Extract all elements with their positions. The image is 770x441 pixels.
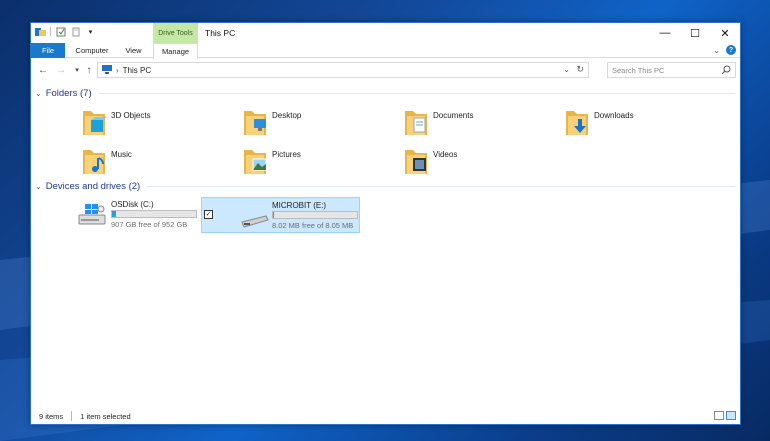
up-button[interactable]: ↑	[83, 63, 95, 77]
window-title: This PC	[205, 28, 236, 38]
downloads-folder-icon	[564, 107, 590, 137]
folder-desktop[interactable]: Desktop	[242, 107, 392, 141]
expand-ribbon-icon[interactable]: ⌄	[713, 46, 720, 55]
maximize-button[interactable]: ☐	[680, 23, 710, 43]
drive-tools-context-label: Drive Tools	[153, 23, 198, 43]
refresh-icon[interactable]: ↻	[576, 64, 584, 75]
drive-free-space: 8.02 MB free of 8.05 MB	[272, 221, 354, 230]
status-divider	[71, 411, 73, 421]
view-toggle	[714, 411, 736, 420]
search-placeholder: Search This PC	[612, 65, 665, 75]
drive-usage-fill	[112, 211, 117, 217]
properties-icon[interactable]	[55, 26, 66, 37]
details-view-icon[interactable]	[714, 411, 724, 420]
drive-free-space: 907 GB free of 952 GB	[111, 220, 188, 229]
pictures-folder-icon	[242, 146, 268, 176]
desktop-folder-icon	[242, 107, 268, 137]
quick-access-toolbar: ▾	[35, 26, 96, 37]
breadcrumb-chevron-icon[interactable]: ›	[116, 66, 119, 75]
windows-drive-icon	[77, 201, 107, 229]
removable-drive-icon	[240, 202, 270, 230]
group-divider	[97, 93, 735, 94]
folder-downloads[interactable]: Downloads	[564, 107, 714, 141]
content-pane: ⌄ Folders (7) 3D Objects Desktop Documen…	[31, 83, 740, 409]
large-icons-view-icon[interactable]	[726, 411, 736, 420]
tab-computer[interactable]: Computer	[69, 43, 115, 58]
folder-documents[interactable]: Documents	[403, 107, 553, 141]
folder-label: Videos	[433, 150, 458, 159]
folder-pictures[interactable]: Pictures	[242, 146, 392, 180]
folders-group-header[interactable]: ⌄ Folders (7)	[35, 88, 735, 99]
drives-group-label: Devices and drives (2)	[45, 181, 141, 192]
drive-usage-bar	[111, 210, 197, 218]
drive-name: OSDisk (C:)	[111, 200, 154, 209]
folder-3d-objects[interactable]: 3D Objects	[81, 107, 231, 141]
folder-music[interactable]: Music	[81, 146, 231, 180]
collapse-chevron-icon[interactable]: ⌄	[35, 89, 42, 98]
back-button[interactable]: ←	[37, 63, 49, 77]
videos-folder-icon	[403, 146, 429, 176]
drive-usage-fill	[273, 212, 274, 218]
tab-manage[interactable]: Manage	[153, 43, 198, 59]
address-dropdown-icon[interactable]: ⌄	[563, 65, 570, 74]
item-count: 9 items	[39, 411, 64, 421]
tab-file[interactable]: File	[31, 43, 65, 58]
drive-usage-bar	[272, 211, 358, 219]
ribbon-right-controls: ⌄ ?	[713, 45, 736, 55]
group-divider	[146, 186, 735, 187]
folder-label: Desktop	[272, 111, 302, 120]
navigation-bar: ← → ▾ ↑ › This PC ⌄ ↻ Search This PC	[31, 59, 740, 81]
breadcrumb-this-pc[interactable]: This PC	[123, 66, 151, 75]
forward-button[interactable]: →	[55, 63, 67, 77]
drives-group-header[interactable]: ⌄ Devices and drives (2)	[35, 181, 735, 192]
drive-name: MICROBIT (E:)	[272, 201, 327, 210]
title-bar: ▾ Drive Tools This PC — ☐ ✕	[31, 23, 740, 43]
drive-c[interactable]: OSDisk (C:) 907 GB free of 952 GB	[71, 197, 201, 233]
search-box[interactable]: Search This PC	[607, 62, 736, 78]
this-pc-icon	[102, 64, 112, 76]
close-button[interactable]: ✕	[710, 23, 740, 43]
tab-view[interactable]: View	[117, 43, 150, 58]
folder-label: Downloads	[594, 111, 634, 120]
new-folder-icon[interactable]	[70, 26, 81, 37]
folder-label: Documents	[433, 111, 474, 120]
explorer-icon	[35, 26, 46, 37]
search-icon	[721, 65, 731, 76]
collapse-chevron-icon[interactable]: ⌄	[35, 182, 42, 191]
qat-separator	[50, 27, 51, 36]
music-folder-icon	[81, 146, 107, 176]
folder-videos[interactable]: Videos	[403, 146, 553, 180]
folder-label: Music	[111, 150, 132, 159]
minimize-button[interactable]: —	[650, 23, 680, 43]
folder-label: Pictures	[272, 150, 301, 159]
ribbon-tabs: File Computer View Manage	[31, 43, 740, 59]
folders-group-label: Folders (7)	[45, 88, 92, 99]
help-icon[interactable]: ?	[726, 45, 736, 55]
address-bar[interactable]: › This PC ⌄ ↻	[97, 62, 589, 78]
3d-objects-folder-icon	[81, 107, 107, 137]
drive-e[interactable]: ✓ MICROBIT (E:) 8.02 MB free of 8.05 MB	[201, 197, 360, 233]
recent-locations-icon[interactable]: ▾	[71, 63, 83, 77]
status-bar: 9 items 1 item selected	[31, 408, 740, 424]
window-controls: — ☐ ✕	[650, 23, 740, 43]
file-explorer-window: ▾ Drive Tools This PC — ☐ ✕ File Compute…	[30, 22, 741, 425]
selection-count: 1 item selected	[80, 411, 131, 421]
folder-label: 3D Objects	[111, 111, 151, 120]
selection-checkbox[interactable]: ✓	[204, 210, 213, 219]
qat-dropdown-icon[interactable]: ▾	[85, 26, 96, 37]
documents-folder-icon	[403, 107, 429, 137]
